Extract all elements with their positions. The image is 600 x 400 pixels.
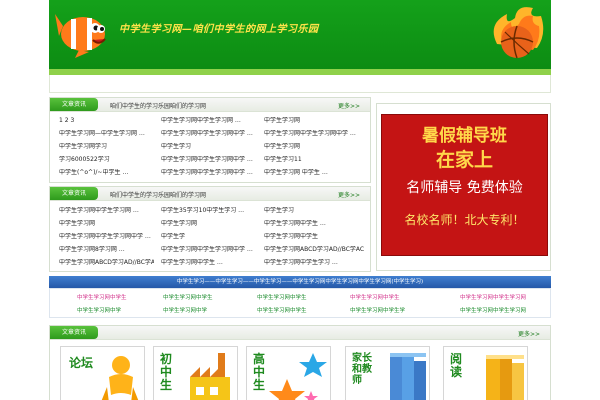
articles-panel-1: 文章资讯 咱们中学生的学习乐园咱们的学习网 更多>> 1 2 3 中学生学习网中…: [49, 97, 371, 183]
article-link[interactable]: 中学生学习网中学生: [264, 233, 364, 241]
panel-tag: 文章资讯: [50, 98, 98, 111]
article-list: 1 2 3 中学生学习网中学生学习网 … 中学生学习网 中学生学习网—中学生学习…: [50, 112, 370, 176]
panel-title: 咱们中学生的学习乐园咱们的学习网: [110, 103, 207, 110]
friend-links: 中学生学习网中学生 中学生学习网中学生 中学生学习网中学生 中学生学习网中学生 …: [49, 288, 551, 318]
articles-panel-2: 文章资讯 咱们中学生的学习乐园咱们的学习网 更多>> 中学生学习网中学生学习网 …: [49, 186, 371, 272]
article-link[interactable]: 中学生学习网中学生 …: [264, 220, 364, 228]
article-link[interactable]: 中学生学习网 中学生 …: [264, 169, 364, 177]
panel-tag: 文章资讯: [50, 326, 98, 339]
more-link[interactable]: 更多>>: [338, 101, 360, 110]
article-link[interactable]: 中学生学习网: [59, 220, 154, 228]
tile-label: 高中生: [253, 352, 266, 392]
panel-header: 文章资讯 咱们中学生的学习乐园咱们的学习网 更多>>: [50, 98, 370, 112]
article-link[interactable]: 中学生学: [161, 233, 256, 241]
tutoring-ad-banner[interactable]: 暑假辅导班 在家上 名师辅导 免费体验 名校名师！北大专利！: [381, 114, 548, 256]
article-link[interactable]: 中学生学习网: [264, 143, 364, 151]
friend-link[interactable]: 中学生学习网中学生: [257, 306, 307, 314]
article-link[interactable]: 中学生学习网中学生学习 …: [264, 259, 364, 267]
article-link[interactable]: 中学生学习11: [264, 156, 364, 164]
site-header: 中学生学习网—咱们中学生的网上学习乐园: [49, 0, 551, 75]
sections-panel: 文章资讯 更多>> 论坛 初中生 高中生 家长和教师 阅读: [49, 325, 551, 400]
tile-label: 家长和教师: [352, 353, 372, 386]
tile-junior[interactable]: 初中生: [153, 346, 238, 400]
friend-link[interactable]: 中学生学习网中学生学习网: [460, 293, 526, 301]
article-link[interactable]: 中学生学习网中学生学习网中学 …: [264, 130, 364, 138]
article-link[interactable]: 中学生学习网中学生学习网中学 …: [161, 169, 256, 177]
tile-parents-teachers[interactable]: 家长和教师: [345, 346, 430, 400]
ad-subheadline: 在家上: [435, 149, 493, 171]
clownfish-logo-icon[interactable]: [55, 6, 109, 58]
more-link[interactable]: 更多>>: [338, 190, 360, 199]
article-link[interactable]: 中学生学习网学习: [59, 143, 154, 151]
tile-label: 阅读: [450, 352, 463, 379]
article-link[interactable]: 中学生学习: [264, 207, 364, 215]
ad-headline: 暑假辅导班: [422, 126, 507, 146]
friend-link[interactable]: 中学生学习网中学生: [257, 293, 307, 301]
forum-person-icon: [101, 356, 139, 400]
ad-offer: 名师辅导 免费体验: [406, 180, 523, 196]
article-link[interactable]: 中学生学习网中学生学习网中学 …: [59, 233, 154, 241]
basketball-fire-icon: [493, 7, 544, 59]
friend-link[interactable]: 中学生学习网中学生: [350, 293, 400, 301]
article-link[interactable]: 中学生35学习10中学生学习 …: [161, 207, 256, 215]
tile-reading[interactable]: 阅读: [443, 346, 528, 400]
article-link[interactable]: 中学生学习网中学生 …: [161, 259, 256, 267]
page: 中学生学习网—咱们中学生的网上学习乐园 文章资讯 咱们中学生的学习乐园咱们的学习…: [0, 0, 600, 400]
article-link[interactable]: 中学生学习网ABCD学习AD//BC学AC ⊥ …: [264, 246, 364, 254]
article-link[interactable]: 学习6000522学习: [59, 156, 154, 164]
friend-link[interactable]: 中学生学习网中学生学习网: [460, 306, 526, 314]
article-link[interactable]: 中学生学习网: [264, 117, 364, 125]
nav-placeholder-bar: [49, 75, 551, 93]
tile-label: 初中生: [160, 352, 173, 392]
friend-link[interactable]: 中学生学习网中学生: [163, 293, 213, 301]
friend-link[interactable]: 中学生学习网中学: [77, 306, 121, 314]
tile-forum[interactable]: 论坛: [60, 346, 145, 400]
tile-senior[interactable]: 高中生: [246, 346, 331, 400]
blue-nav-bar[interactable]: 中学生学习——中学生学习——中学生学习——中学生学习网中学生学习网中学生学习网(…: [49, 276, 551, 288]
article-link[interactable]: 中学生学习网中学生学习网中学 …: [161, 156, 256, 164]
article-link[interactable]: 中学生学习网—中学生学习网 …: [59, 130, 154, 138]
article-link[interactable]: 中学生(^o^)/~中学生 …: [59, 169, 154, 177]
article-link[interactable]: 中学生学习网中学生学习网中学 …: [161, 130, 256, 138]
panel-header: 文章资讯 咱们中学生的学习乐园咱们的学习网 更多>>: [50, 187, 370, 201]
article-link[interactable]: 中学生学习网中学生学习网中学 …: [161, 246, 256, 254]
site-title: 中学生学习网—咱们中学生的网上学习乐园: [119, 24, 319, 35]
panel-title: 咱们中学生的学习乐园咱们的学习网: [110, 192, 207, 199]
article-link[interactable]: 1 2 3: [59, 117, 154, 125]
friend-link[interactable]: 中学生学习网中学生学: [350, 306, 405, 314]
panel-tag: 文章资讯: [50, 187, 98, 200]
article-link[interactable]: 中学生学习网: [161, 220, 256, 228]
tile-label: 论坛: [69, 356, 94, 370]
friend-link[interactable]: 中学生学习网中学: [163, 306, 207, 314]
friend-link[interactable]: 中学生学习网中学生: [77, 293, 127, 301]
article-list: 中学生学习网中学生学习网 … 中学生35学习10中学生学习 … 中学生学习 中学…: [50, 201, 370, 266]
article-link[interactable]: 中学生学习网ABCD学习AD//BC学AC …: [59, 259, 154, 267]
ad-slogan: 名校名师！北大专利！: [404, 213, 525, 227]
panel-header: 文章资讯 更多>>: [50, 326, 550, 340]
article-link[interactable]: 中学生学习网中学生学习网 …: [161, 117, 256, 125]
article-link[interactable]: 中学生学习网8学习网 …: [59, 246, 154, 254]
article-link[interactable]: 中学生学习网中学生学习网 …: [59, 207, 154, 215]
article-link[interactable]: 中学生学习: [161, 143, 256, 151]
more-link[interactable]: 更多>>: [518, 329, 540, 338]
ad-container: 暑假辅导班 在家上 名师辅导 免费体验 名校名师！北大专利！: [376, 103, 551, 271]
